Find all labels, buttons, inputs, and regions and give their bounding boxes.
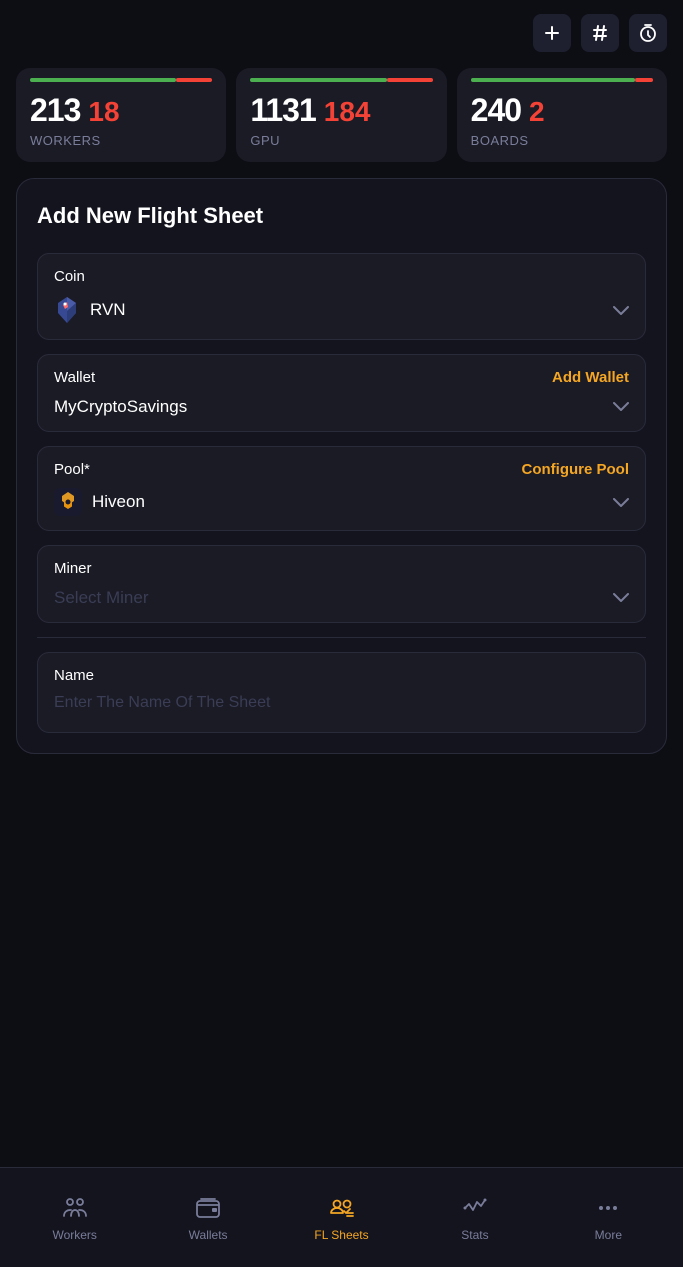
more-nav-label: More <box>595 1228 622 1242</box>
top-bar <box>0 0 683 60</box>
nav-item-workers[interactable]: Workers <box>8 1186 141 1250</box>
pool-value: Hiveon <box>92 492 145 512</box>
nav-item-wallets[interactable]: Wallets <box>141 1186 274 1250</box>
name-input[interactable]: Enter The Name Of The Sheet <box>54 694 629 712</box>
name-label: Name <box>54 667 629 684</box>
workers-label: WORKERS <box>30 133 212 148</box>
fl-sheets-nav-label: FL Sheets <box>314 1228 368 1242</box>
wallet-header: Wallet Add Wallet <box>54 369 629 386</box>
workers-nav-label: Workers <box>52 1228 96 1242</box>
workers-main-value: 213 <box>30 92 80 129</box>
wallet-section: Wallet Add Wallet MyCryptoSavings <box>37 354 646 432</box>
stats-nav-label: Stats <box>461 1228 488 1242</box>
miner-label: Miner <box>54 560 629 577</box>
name-section: Name Enter The Name Of The Sheet <box>37 652 646 733</box>
page-title: Add New Flight Sheet <box>37 203 646 229</box>
workers-stat-card: 213 18 WORKERS <box>16 68 226 162</box>
miner-placeholder: Select Miner <box>54 588 148 608</box>
form-divider <box>37 637 646 638</box>
boards-alert-value: 2 <box>529 96 545 128</box>
pool-chevron-icon <box>613 492 629 513</box>
wallet-chevron-icon <box>613 396 629 417</box>
coin-dropdown[interactable]: RVN <box>54 295 629 325</box>
nav-item-stats[interactable]: Stats <box>408 1186 541 1250</box>
coin-value: RVN <box>90 300 126 320</box>
gpu-alert-value: 184 <box>324 96 371 128</box>
gpu-bar <box>250 78 432 82</box>
workers-alert-value: 18 <box>88 96 119 128</box>
pool-label: Pool* <box>54 461 90 478</box>
wallet-value: MyCryptoSavings <box>54 397 187 417</box>
configure-pool-button[interactable]: Configure Pool <box>522 461 630 478</box>
workers-bar <box>30 78 212 82</box>
nav-item-fl-sheets[interactable]: FL Sheets <box>275 1186 408 1250</box>
boards-main-value: 240 <box>471 92 521 129</box>
coin-chevron-icon <box>613 300 629 321</box>
wallets-nav-label: Wallets <box>189 1228 228 1242</box>
pool-header: Pool* Configure Pool <box>54 461 629 478</box>
add-wallet-button[interactable]: Add Wallet <box>552 369 629 386</box>
nav-item-more[interactable]: More <box>542 1186 675 1250</box>
fl-sheets-nav-icon <box>328 1194 356 1222</box>
pool-section: Pool* Configure Pool Hiveon <box>37 446 646 531</box>
wallet-dropdown[interactable]: MyCryptoSavings <box>54 396 629 417</box>
boards-stat-card: 240 2 BOARDS <box>457 68 667 162</box>
miner-chevron-icon <box>613 587 629 608</box>
main-content: Add New Flight Sheet Coin RVN <box>16 178 667 754</box>
gpu-label: GPU <box>250 133 432 148</box>
more-nav-icon <box>594 1194 622 1222</box>
hiveon-icon <box>54 488 82 516</box>
timer-button[interactable] <box>629 14 667 52</box>
coin-section: Coin RVN <box>37 253 646 340</box>
stats-nav-icon <box>461 1194 489 1222</box>
pool-dropdown[interactable]: Hiveon <box>54 488 629 516</box>
wallet-label: Wallet <box>54 369 95 386</box>
boards-label: BOARDS <box>471 133 653 148</box>
gpu-main-value: 1131 <box>250 92 315 129</box>
hash-button[interactable] <box>581 14 619 52</box>
rvn-icon <box>54 295 80 325</box>
add-button[interactable] <box>533 14 571 52</box>
coin-label: Coin <box>54 268 629 285</box>
wallets-nav-icon <box>194 1194 222 1222</box>
bottom-nav: Workers Wallets FL Sheets Stats <box>0 1167 683 1267</box>
gpu-stat-card: 1131 184 GPU <box>236 68 446 162</box>
miner-dropdown[interactable]: Select Miner <box>54 587 629 608</box>
miner-section: Miner Select Miner <box>37 545 646 623</box>
stats-row: 213 18 WORKERS 1131 184 GPU 240 2 BOARDS <box>0 60 683 178</box>
boards-bar <box>471 78 653 82</box>
workers-nav-icon <box>61 1194 89 1222</box>
